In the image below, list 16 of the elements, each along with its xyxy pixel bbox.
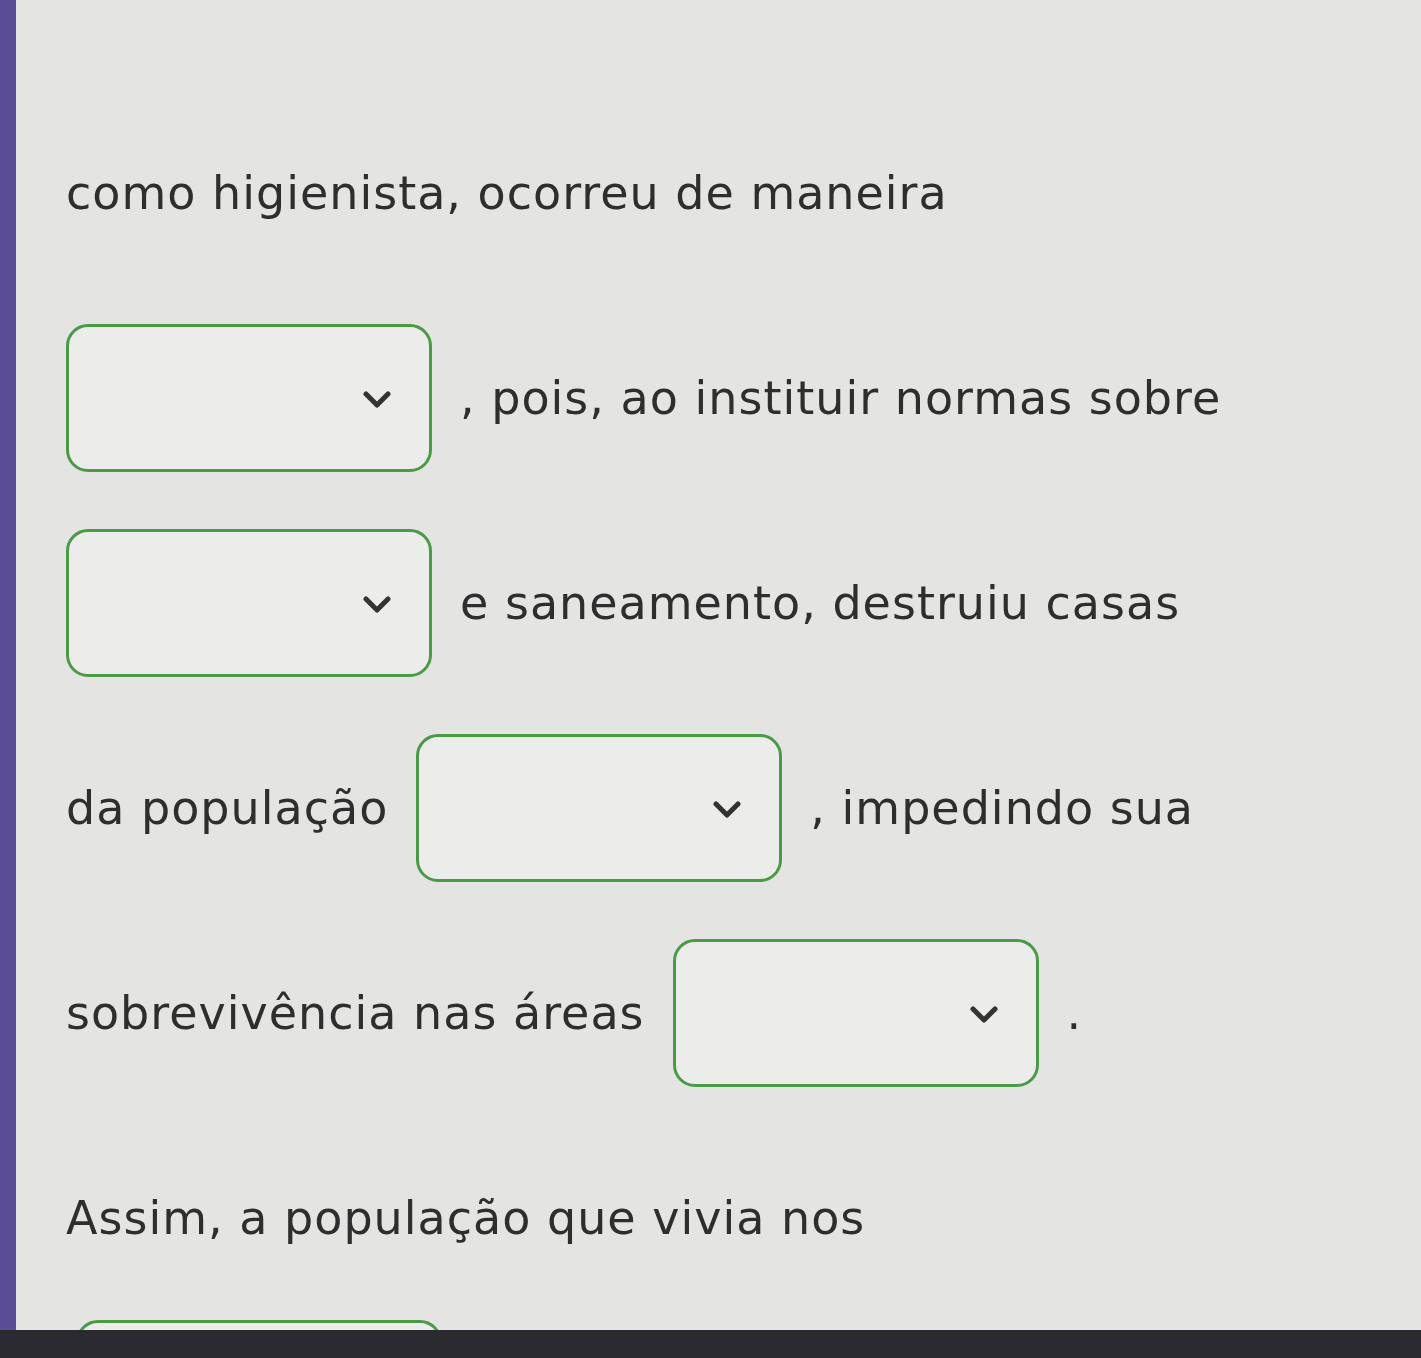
sentence-text: e saneamento, destruiu casas	[460, 575, 1181, 630]
sentence-text: Assim, a população que vivia nos	[66, 1190, 866, 1245]
sentence-text: , impedindo sua	[810, 780, 1195, 835]
sentence-text: , pois, ao instituir normas sobre	[460, 370, 1222, 425]
chevron-down-icon	[969, 1005, 998, 1024]
dropdown[interactable]	[66, 323, 432, 472]
chevron-down-icon	[713, 800, 742, 819]
dropdown[interactable]	[672, 938, 1039, 1087]
chevron-down-icon	[363, 595, 391, 614]
chevron-down-icon	[363, 390, 391, 409]
dropdown[interactable]	[416, 733, 783, 882]
dropdown[interactable]	[66, 528, 432, 677]
sentence-text: como higienista, ocorreu de maneira	[66, 165, 948, 220]
sentence-text: .	[1066, 985, 1083, 1040]
sentence-text: sobrevivência nas áreas	[66, 985, 645, 1040]
sentence-text: da população	[66, 780, 389, 835]
